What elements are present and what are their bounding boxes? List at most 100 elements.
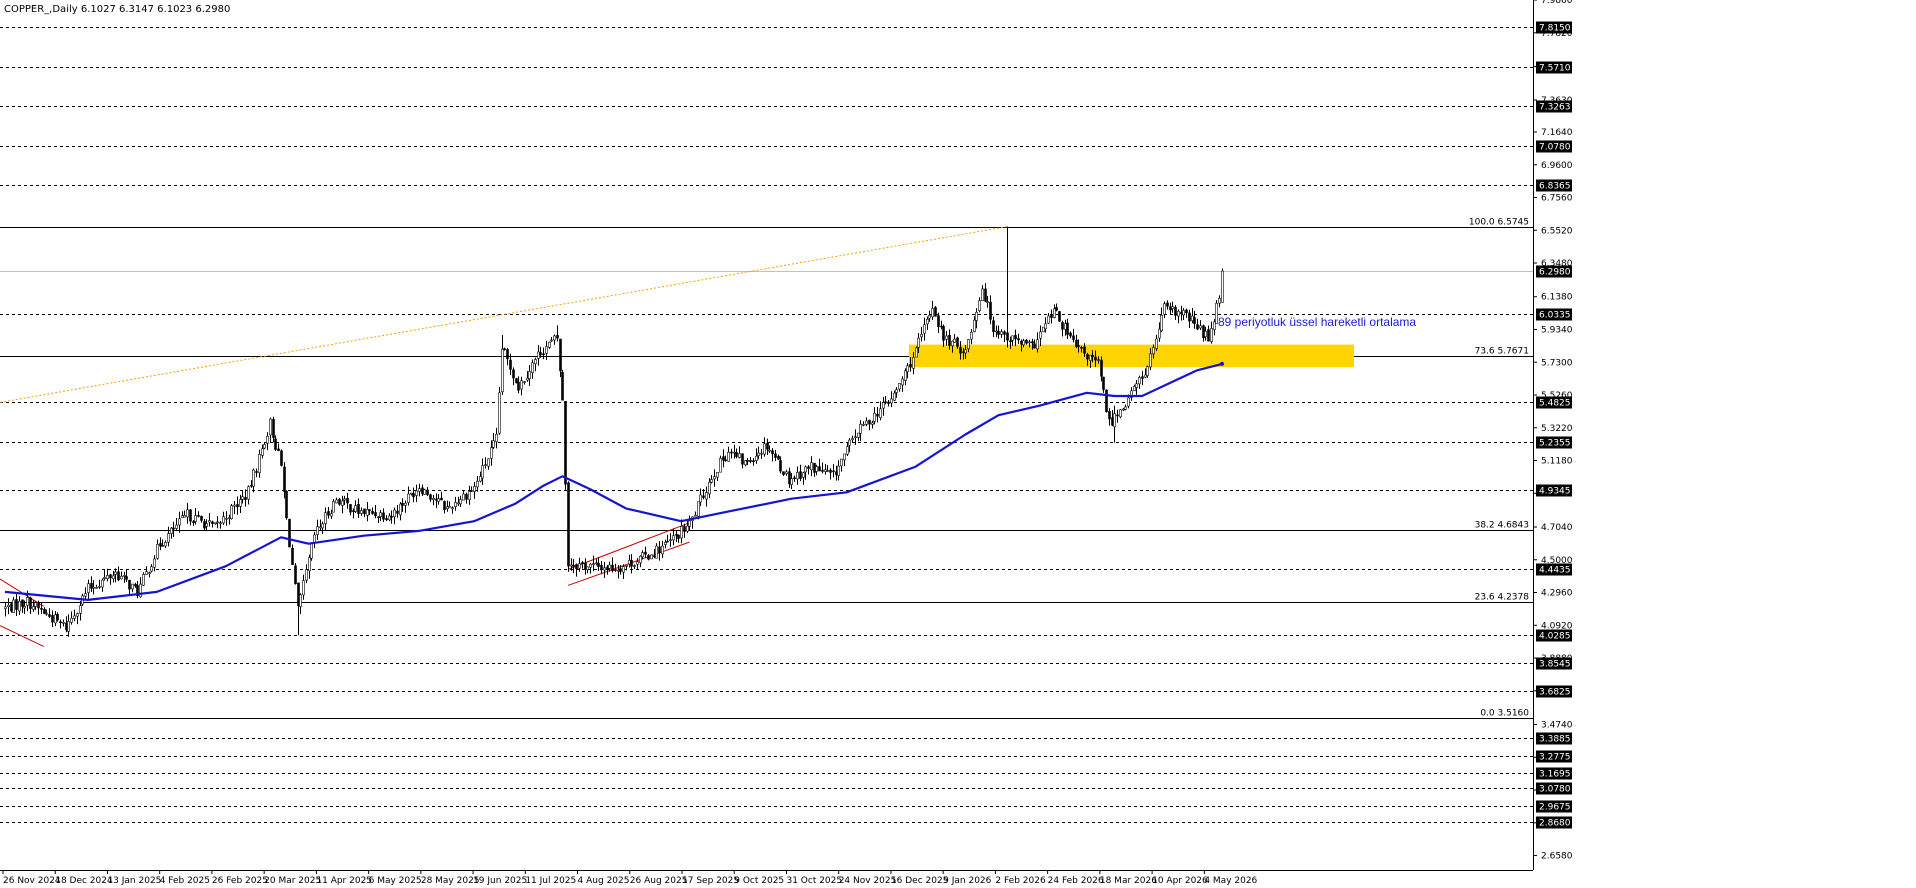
candle-body: [437, 498, 440, 502]
candle-body: [959, 347, 962, 354]
candle-body: [305, 569, 308, 581]
candle-body: [895, 389, 898, 393]
candle-body: [901, 378, 904, 386]
candle-body: [575, 564, 578, 570]
candle-body: [181, 515, 184, 518]
candle-body: [1105, 389, 1108, 413]
candle-body: [934, 307, 937, 317]
candle-body: [1080, 347, 1083, 349]
candle-body: [26, 597, 29, 606]
candle-body: [12, 599, 15, 613]
candle-body: [269, 418, 272, 436]
candle-body: [354, 505, 357, 512]
price-chart[interactable]: 100.0 6.5745 73.6 5.7671 38.2 4.6843 23.6 4…: [0, 0, 1916, 888]
candle-body: [225, 517, 228, 520]
candle-body: [677, 534, 680, 539]
candle-body: [1089, 354, 1092, 361]
y-tick-label: 4.7040: [1541, 523, 1573, 533]
candle-body: [393, 509, 396, 518]
candle-body: [879, 408, 882, 419]
candle-body: [1011, 335, 1014, 341]
candle-body: [1193, 317, 1196, 324]
candle-body: [357, 503, 360, 514]
candle-body: [1169, 306, 1172, 311]
candle-body: [909, 364, 912, 368]
candle-body: [666, 540, 669, 543]
candle-body: [112, 575, 115, 579]
candle-body: [200, 515, 203, 521]
candle-body: [904, 370, 907, 381]
x-tick-label: 31 Oct 2025: [786, 876, 842, 886]
candle-body: [826, 470, 829, 472]
x-tick-label: 17 Sep 2025: [682, 876, 739, 886]
candle-body: [1188, 312, 1191, 322]
x-tick-label: 26 Nov 2024: [3, 876, 61, 886]
candle-body: [429, 494, 432, 500]
candle-body: [95, 587, 98, 589]
price-level-label: 7.5710: [1539, 64, 1571, 74]
candle-body: [768, 449, 771, 452]
candle-body: [1122, 408, 1125, 411]
candle-body: [7, 604, 10, 608]
candle-body: [688, 520, 691, 527]
candle-body: [926, 319, 929, 325]
candle-body: [873, 412, 876, 422]
y-tick-label: 6.7560: [1541, 194, 1573, 204]
candle-body: [749, 460, 752, 462]
candle-body: [738, 453, 741, 458]
support-zone: [909, 344, 1354, 368]
candle-body: [804, 466, 807, 473]
candle-body: [1091, 354, 1094, 358]
candle-body: [1033, 343, 1036, 349]
candle-body: [608, 564, 611, 569]
y-tick-label: 5.3220: [1541, 424, 1573, 434]
candle-body: [203, 521, 206, 529]
x-tick-label: 4 May 2026: [1204, 876, 1257, 886]
candle-body: [153, 558, 156, 568]
candle-body: [423, 489, 426, 495]
y-tick-label: 7.1640: [1541, 128, 1573, 138]
candle-body: [156, 544, 159, 559]
candle-body: [131, 583, 134, 590]
price-level-label: 5.4825: [1539, 399, 1571, 409]
candle-body: [501, 348, 504, 393]
candle-body: [1102, 376, 1105, 390]
candle-body: [448, 505, 451, 508]
price-level-label: 5.2355: [1539, 439, 1571, 449]
candle-body: [821, 469, 824, 472]
candle-body: [90, 583, 93, 589]
candle-body: [216, 521, 219, 524]
candle-body: [18, 600, 21, 612]
candle-body: [481, 465, 484, 479]
candle-body: [716, 472, 719, 478]
candle-body: [29, 597, 32, 609]
candle-body: [164, 541, 167, 547]
candle-body: [21, 599, 24, 607]
candle-body: [1166, 302, 1169, 307]
candle-body: [56, 613, 59, 621]
candle-body: [48, 614, 51, 617]
candle-body: [942, 326, 945, 341]
candle-body: [859, 423, 862, 434]
candle-body: [473, 486, 476, 492]
candle-body: [98, 586, 101, 588]
candle-body: [1069, 332, 1072, 337]
candle-body: [192, 521, 195, 524]
candle-body: [523, 381, 526, 383]
candle-body: [1086, 354, 1089, 360]
candle-body: [887, 401, 890, 404]
candle-body: [890, 398, 893, 404]
candle-body: [854, 436, 857, 439]
candle-body: [468, 491, 471, 500]
candle-body: [945, 335, 948, 340]
candle-body: [109, 574, 112, 579]
x-tick-label: 24 Feb 2026: [1048, 876, 1104, 886]
candle-body: [487, 458, 490, 467]
candle-body: [799, 471, 802, 479]
candle-body: [1171, 306, 1174, 309]
candle-body: [810, 462, 813, 471]
candle-body: [1000, 331, 1003, 335]
candle-body: [581, 562, 584, 564]
candle-body: [241, 496, 244, 500]
candle-body: [553, 335, 556, 341]
